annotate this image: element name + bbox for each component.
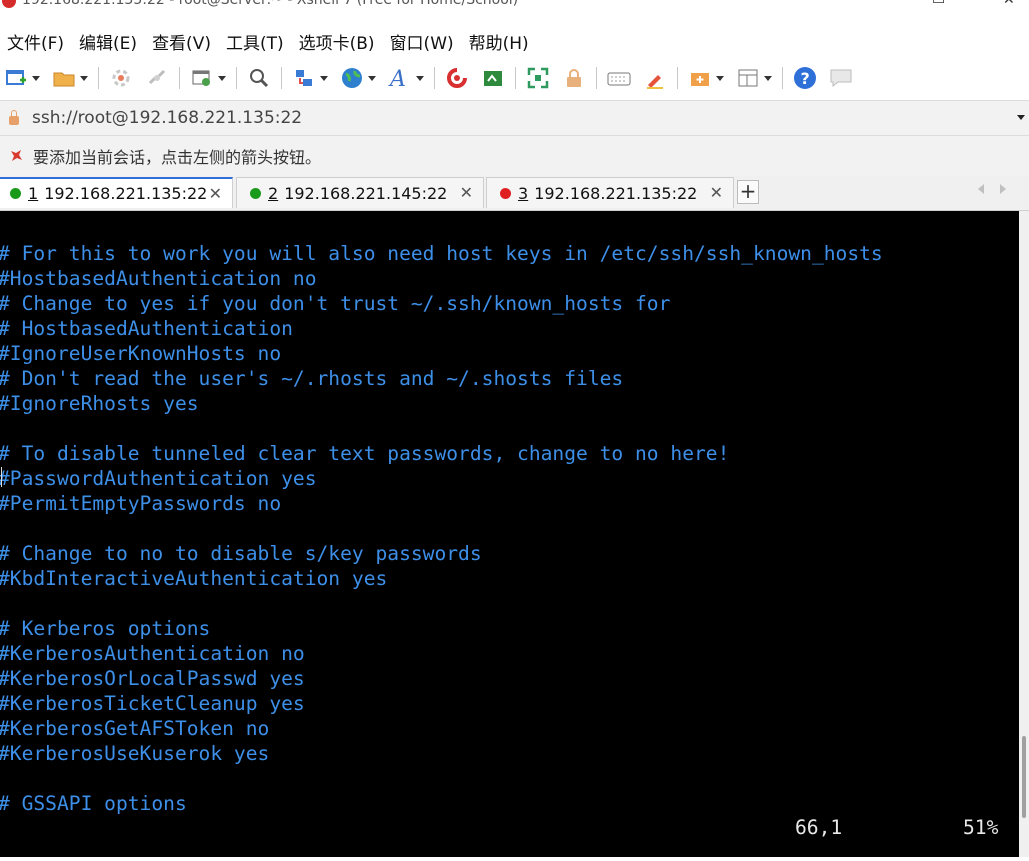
- menu-help[interactable]: 帮助(H): [469, 29, 529, 54]
- font-icon[interactable]: A: [388, 66, 412, 90]
- terminal-line: #KerberosGetAFSToken no: [0, 717, 270, 740]
- transfer-icon[interactable]: [292, 66, 316, 90]
- maximize-button[interactable]: ▭: [932, 0, 945, 8]
- properties-icon[interactable]: [190, 66, 214, 90]
- terminal-line: # HostbasedAuthentication: [0, 317, 293, 340]
- open-caret[interactable]: [80, 75, 88, 81]
- new-session-icon[interactable]: [4, 66, 28, 90]
- lock-icon[interactable]: [562, 66, 586, 90]
- svg-text:A: A: [388, 67, 406, 90]
- xshell-app-icon: [2, 0, 16, 8]
- terminal-line: #IgnoreRhosts yes: [0, 392, 199, 415]
- tab-number: 1: [28, 184, 39, 203]
- tab-session-2[interactable]: 2 192.168.221.145:22 ✕: [236, 177, 484, 208]
- font-caret[interactable]: [416, 75, 424, 81]
- disconnect-icon[interactable]: [145, 66, 169, 90]
- chat-icon[interactable]: [829, 66, 853, 90]
- scroll-percent: 51%: [963, 816, 999, 839]
- menu-file[interactable]: 文件(F): [7, 29, 64, 54]
- open-folder-icon[interactable]: [52, 66, 76, 90]
- cursor-position: 66,1: [795, 816, 843, 839]
- tab-session-3[interactable]: 3 192.168.221.135:22 ✕: [486, 177, 734, 208]
- menu-window[interactable]: 窗口(W): [390, 29, 454, 54]
- toolbar: A ?: [0, 60, 1029, 96]
- tab-session-1[interactable]: 1 192.168.221.135:22 ✕: [0, 177, 233, 208]
- status-dot: [500, 187, 511, 199]
- menu-tab[interactable]: 选项卡(B): [299, 29, 375, 54]
- add-tab-button[interactable]: +: [737, 180, 759, 204]
- scrollbar-thumb[interactable]: [1022, 736, 1026, 818]
- compose-caret[interactable]: [716, 75, 724, 81]
- terminal-scrollbar[interactable]: [1019, 211, 1029, 857]
- close-tab-icon[interactable]: ✕: [460, 183, 473, 202]
- tab-label: 192.168.221.135:22: [44, 184, 208, 203]
- fullscreen-icon[interactable]: [526, 66, 550, 90]
- hint-text: 要添加当前会话，点击左侧的箭头按钮。: [33, 148, 322, 167]
- tab-scroll-right-icon[interactable]: [1000, 184, 1006, 194]
- status-dot: [250, 187, 261, 199]
- close-window-button[interactable]: ✕: [1003, 0, 1015, 8]
- hint-bar: 要添加当前会话，点击左侧的箭头按钮。: [0, 136, 1029, 176]
- menu-view[interactable]: 查看(V): [152, 29, 211, 54]
- session-tab-bar: 1 192.168.221.135:22 ✕ 2 192.168.221.145…: [0, 176, 1029, 211]
- arrow-icon[interactable]: [9, 148, 25, 164]
- layout-icon[interactable]: [736, 66, 760, 90]
- xftp-icon[interactable]: [445, 66, 469, 90]
- highlight-icon[interactable]: [643, 66, 667, 90]
- status-dot: [10, 188, 21, 199]
- terminal-line: #KerberosUseKuserok yes: [0, 742, 270, 765]
- help-icon[interactable]: ?: [793, 66, 817, 90]
- address-bar[interactable]: ssh://root@192.168.221.135:22: [0, 100, 1029, 136]
- keyboard-icon[interactable]: [607, 66, 631, 90]
- terminal-line: #IgnoreUserKnownHosts no: [0, 342, 282, 365]
- lock-icon: [9, 109, 19, 125]
- address-input[interactable]: ssh://root@192.168.221.135:22: [32, 108, 302, 128]
- terminal-line: # For this to work you will also need ho…: [0, 242, 883, 265]
- terminal-line: #KbdInteractiveAuthentication yes: [0, 567, 388, 590]
- terminal-line: #KerberosAuthentication no: [0, 642, 305, 665]
- tab-label: 192.168.221.145:22: [284, 183, 448, 203]
- terminal-line: # Kerberos options: [0, 617, 211, 640]
- close-tab-icon[interactable]: ✕: [710, 183, 723, 202]
- tab-label: 192.168.221.135:22: [534, 183, 698, 203]
- svg-text:?: ?: [801, 69, 810, 88]
- tab-number: 2: [268, 183, 279, 203]
- transfer-caret[interactable]: [320, 75, 328, 81]
- new-session-caret[interactable]: [32, 75, 40, 81]
- terminal-line: # Change to no to disable s/key password…: [0, 542, 482, 565]
- tab-number: 3: [518, 183, 529, 203]
- menu-tools[interactable]: 工具(T): [226, 29, 284, 54]
- find-icon[interactable]: [247, 66, 271, 90]
- reconnect-icon[interactable]: [109, 66, 133, 90]
- menu-edit[interactable]: 编辑(E): [79, 29, 137, 54]
- globe-icon[interactable]: [340, 66, 364, 90]
- tab-scroll-left-icon[interactable]: [978, 184, 984, 194]
- terminal-line: # To disable tunneled clear text passwor…: [0, 442, 730, 465]
- properties-caret[interactable]: [218, 75, 226, 81]
- terminal-line: #KerberosTicketCleanup yes: [0, 692, 305, 715]
- menu-bar: 文件(F) 编辑(E) 查看(V) 工具(T) 选项卡(B) 窗口(W) 帮助(…: [0, 24, 1029, 58]
- terminal-line: # Change to yes if you don't trust ~/.ss…: [0, 292, 671, 315]
- text-cursor: [1, 467, 2, 487]
- close-tab-icon[interactable]: ✕: [209, 184, 222, 203]
- terminal-line: # Don't read the user's ~/.rhosts and ~/…: [0, 367, 624, 390]
- layout-caret[interactable]: [764, 75, 772, 81]
- terminal-line: #PasswordAuthentication yes: [0, 467, 317, 490]
- terminal-line: #PermitEmptyPasswords no: [0, 492, 282, 515]
- terminal-line: #KerberosOrLocalPasswd yes: [0, 667, 305, 690]
- terminal-view[interactable]: # For this to work you will also need ho…: [0, 211, 1019, 857]
- globe-caret[interactable]: [368, 75, 376, 81]
- xshell-icon[interactable]: [481, 66, 505, 90]
- terminal-line: # GSSAPI options: [0, 792, 187, 815]
- compose-icon[interactable]: [688, 66, 712, 90]
- title-bar: 192.168.221.135:22 - root@Server:~ - Xsh…: [0, 0, 1029, 14]
- window-title: 192.168.221.135:22 - root@Server:~ - Xsh…: [22, 0, 519, 8]
- terminal-line: #HostbasedAuthentication no: [0, 267, 317, 290]
- address-dropdown-icon[interactable]: [1017, 115, 1025, 120]
